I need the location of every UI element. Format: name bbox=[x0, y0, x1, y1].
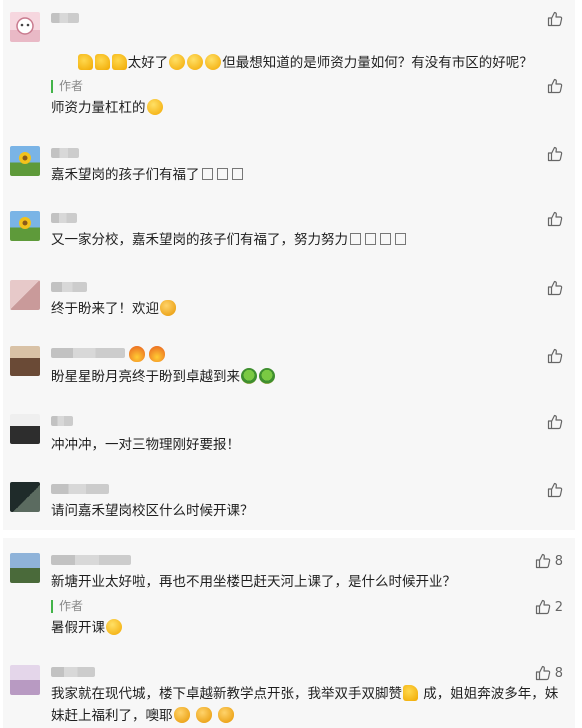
nickname-blurred bbox=[51, 555, 131, 565]
thumbs-up-outline-icon bbox=[547, 78, 563, 94]
nickname-blurred bbox=[51, 667, 95, 677]
thumbs-up-outline-icon bbox=[535, 665, 550, 681]
thinking-emoji-icon bbox=[146, 99, 163, 115]
nickname-blurred bbox=[51, 148, 79, 158]
nickname-blurred bbox=[51, 484, 109, 494]
like-count: 8 bbox=[554, 553, 563, 569]
nickname-blurred bbox=[51, 213, 77, 223]
avatar[interactable] bbox=[10, 414, 40, 444]
comment-text: 又一家分校，嘉禾望岗的孩子们有福了，努力努力 bbox=[51, 229, 561, 251]
comment-text: 冲冲冲，一对三物理刚好要报！ bbox=[51, 437, 240, 453]
thumbs-up-outline-icon bbox=[547, 414, 563, 430]
turtle-emoji-icon bbox=[241, 368, 257, 384]
nickname-blurred bbox=[51, 282, 87, 292]
like-button[interactable]: 8 bbox=[535, 665, 563, 681]
nickname-blurred bbox=[51, 13, 79, 23]
comment-text-content: 盼星星盼月亮终于盼到卓越到来 bbox=[51, 369, 240, 385]
like-button[interactable] bbox=[547, 348, 563, 364]
avatar[interactable] bbox=[10, 280, 40, 310]
comments-card-bottom: 新塘开业太好啦，再也不用坐楼巴赶天河上课了，是什么时候开业？ 8 作者 暑假开课… bbox=[3, 538, 575, 728]
comment-text: 终于盼来了！欢迎 bbox=[51, 298, 561, 320]
comment-text-suffix: 但最想知道的是师资力量如何？有没有市区的好呢？ bbox=[222, 55, 533, 71]
author-reply-text-content: 师资力量杠杠的 bbox=[51, 100, 146, 116]
like-button[interactable] bbox=[547, 146, 563, 162]
comment-text: 我家就在现代城，楼下卓越新教学点开张，我举双手双脚赞 成，姐姐奔波多年，妹妹赶上… bbox=[51, 683, 561, 727]
fire-emoji-icon bbox=[129, 346, 145, 362]
avatar[interactable] bbox=[10, 146, 40, 176]
like-button[interactable] bbox=[547, 11, 563, 27]
avatar[interactable] bbox=[10, 553, 40, 583]
thinking-emoji-icon bbox=[106, 619, 122, 635]
clapping-hands-emoji-icon bbox=[218, 707, 235, 723]
avatar[interactable] bbox=[10, 665, 40, 695]
avatar[interactable] bbox=[10, 12, 40, 42]
nickname-blurred bbox=[51, 416, 73, 426]
like-button[interactable]: 8 bbox=[535, 553, 563, 569]
turtle-emoji-icon bbox=[259, 368, 275, 384]
comment-text-content: 嘉禾望岗的孩子们有福了 bbox=[51, 167, 200, 183]
clapping-hands-emoji-icon bbox=[160, 300, 176, 316]
thumbs-up-outline-icon bbox=[547, 11, 563, 27]
avatar[interactable] bbox=[10, 482, 40, 512]
like-button[interactable] bbox=[547, 211, 563, 227]
avatar[interactable] bbox=[10, 211, 40, 241]
thumbs-up-outline-icon bbox=[547, 146, 563, 162]
comment-text-content: 又一家分校，嘉禾望岗的孩子们有福了，努力努力 bbox=[51, 232, 348, 248]
thumbs-up-emoji-icon bbox=[403, 685, 418, 701]
comment-text-main: 太好了 bbox=[127, 55, 169, 71]
thumbs-up-outline-icon bbox=[535, 553, 550, 569]
thumbs-up-outline-icon bbox=[547, 211, 563, 227]
reply-like-button[interactable]: 2 bbox=[535, 599, 563, 615]
comment-text: 请问嘉禾望岗校区什么时候开课？ bbox=[51, 503, 254, 519]
thumbs-up-outline-icon bbox=[547, 348, 563, 364]
comment-text: 新塘开业太好啦，再也不用坐楼巴赶天河上课了，是什么时候开业？ bbox=[51, 574, 456, 590]
fire-emoji-icon bbox=[149, 346, 165, 362]
author-reply-text: 暑假开课 bbox=[51, 617, 123, 639]
thumbs-up-outline-icon bbox=[547, 482, 563, 498]
clapping-hands-emoji-icon bbox=[195, 707, 212, 723]
comments-card-top: 太好了 但最想知道的是师资力量如何？有没有市区的好呢？ 作者 师资力量杠杠的 嘉禾… bbox=[3, 0, 575, 530]
laughing-emoji-icon bbox=[187, 54, 204, 70]
like-count: 2 bbox=[554, 599, 563, 615]
laughing-emoji-icon bbox=[205, 54, 222, 70]
like-button[interactable] bbox=[547, 414, 563, 430]
like-count: 8 bbox=[554, 665, 563, 681]
clapping-hands-emoji-icon bbox=[173, 707, 190, 723]
thumbs-up-emoji-icon bbox=[111, 54, 127, 70]
thumbs-up-outline-icon bbox=[547, 280, 563, 296]
laughing-emoji-icon bbox=[169, 54, 186, 70]
author-reply-label: 作者 bbox=[51, 600, 83, 613]
author-reply-text-content: 暑假开课 bbox=[51, 620, 105, 636]
comment-text-content: 终于盼来了！欢迎 bbox=[51, 301, 159, 317]
nickname-blurred bbox=[51, 348, 125, 358]
like-button[interactable] bbox=[547, 280, 563, 296]
author-reply-label: 作者 bbox=[51, 80, 83, 93]
comment-text: 嘉禾望岗的孩子们有福了 bbox=[51, 164, 561, 186]
comment-text-content: 我家就在现代城，楼下卓越新教学点开张，我举双手双脚赞 bbox=[51, 686, 402, 702]
comment-text: 太好了 但最想知道的是师资力量如何？有没有市区的好呢？ bbox=[51, 30, 561, 96]
like-button[interactable] bbox=[547, 482, 563, 498]
thumbs-up-outline-icon bbox=[535, 599, 550, 615]
author-reply-text: 师资力量杠杠的 bbox=[51, 97, 164, 119]
reply-like-button[interactable] bbox=[547, 78, 563, 94]
thumbs-up-emoji-icon bbox=[94, 54, 110, 70]
avatar[interactable] bbox=[10, 346, 40, 376]
comment-text: 盼星星盼月亮终于盼到卓越到来 bbox=[51, 366, 561, 388]
thumbs-up-emoji-icon bbox=[77, 54, 93, 70]
